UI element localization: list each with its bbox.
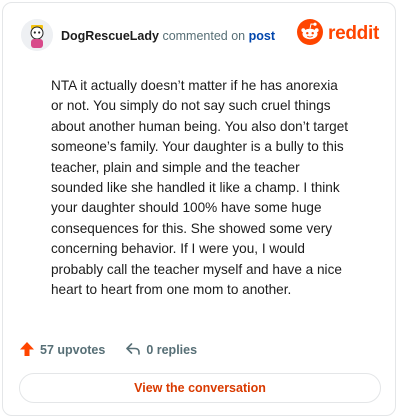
comment-header: DogRescueLady commented on post reddit	[17, 17, 381, 57]
reddit-brand[interactable]: reddit	[297, 18, 379, 50]
post-link[interactable]: post	[249, 29, 275, 43]
username-link[interactable]: DogRescueLady	[61, 29, 159, 43]
upvotes[interactable]: 57 upvotes	[19, 341, 105, 360]
comment-body: NTA it actually doesn’t matter if he has…	[51, 78, 349, 298]
upvotes-count: 57 upvotes	[40, 343, 106, 357]
reddit-wordmark: reddit	[328, 23, 379, 44]
replies[interactable]: 0 replies	[125, 341, 197, 360]
reply-icon	[125, 341, 146, 360]
upvote-arrow-icon	[19, 341, 40, 360]
embedded-comment-card: DogRescueLady commented on post reddit N…	[2, 2, 396, 416]
action-text: commented on	[162, 29, 246, 43]
replies-count: 0 replies	[146, 343, 198, 357]
comment-byline: DogRescueLady commented on post	[61, 29, 275, 43]
avatar[interactable]	[21, 19, 53, 51]
comment-stats: 57 upvotes 0 replies	[19, 339, 217, 361]
reddit-logo-icon	[297, 18, 324, 50]
view-conversation-button[interactable]: View the conversation	[19, 373, 381, 403]
